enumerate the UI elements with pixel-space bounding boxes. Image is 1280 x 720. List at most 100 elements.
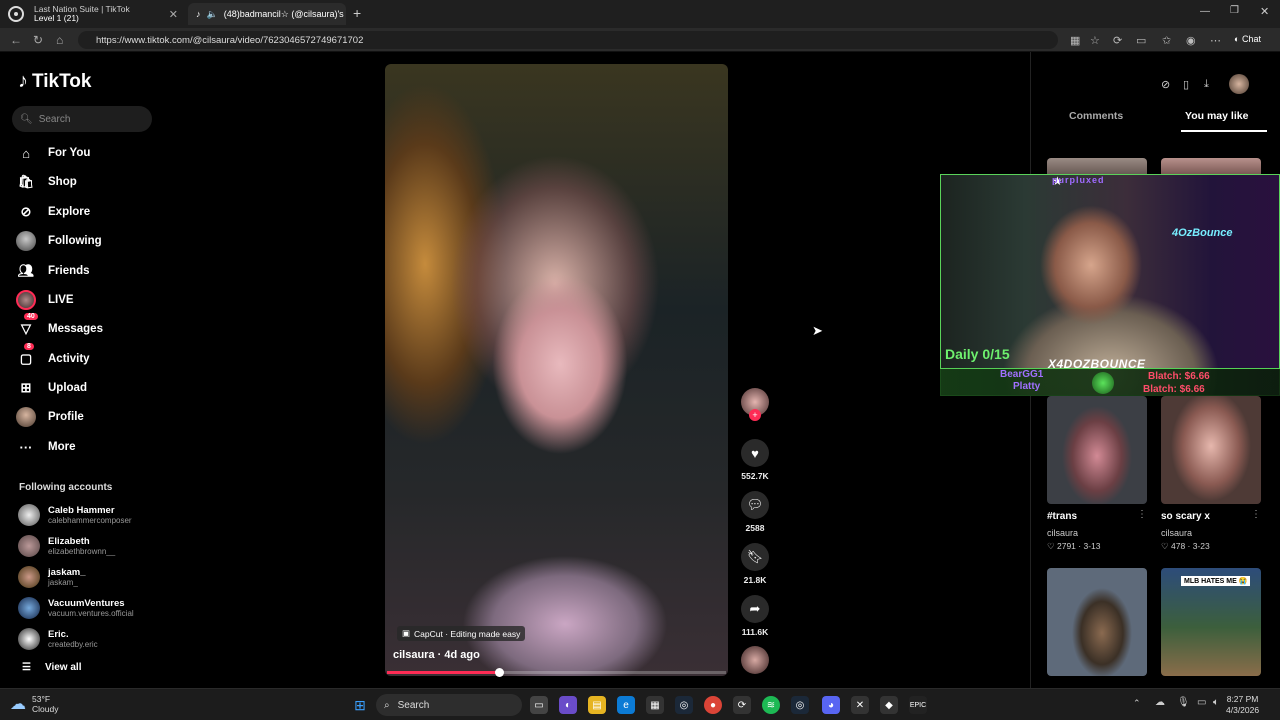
url-text: https://www.tiktok.com/@cilsaura/video/7… bbox=[96, 34, 364, 46]
store-icon[interactable]: ▦ bbox=[646, 696, 664, 714]
chrome-icon[interactable]: ● bbox=[704, 696, 722, 714]
nav-upload[interactable]: ⊞ Upload bbox=[16, 377, 87, 399]
edge-browser-icon[interactable]: e bbox=[617, 696, 635, 714]
progress-knob[interactable] bbox=[494, 668, 504, 677]
video-thumbnail[interactable] bbox=[1047, 568, 1147, 676]
tab-tiktok-video[interactable]: ♪ 🔈 (48)badmancil☆ (@cilsaura)'s ✕ bbox=[188, 3, 346, 25]
url-field[interactable]: https://www.tiktok.com/@cilsaura/video/7… bbox=[78, 31, 1058, 49]
copilot-chat-button[interactable]: ◐ Chat bbox=[1234, 34, 1261, 44]
tab-you-may-like[interactable]: You may like bbox=[1185, 110, 1248, 122]
profile-avatar-icon[interactable] bbox=[1229, 74, 1249, 94]
like-button[interactable]: ♥ 552.7K bbox=[740, 439, 770, 481]
video-player[interactable] bbox=[385, 64, 728, 676]
alien-icon bbox=[1092, 372, 1114, 394]
tab-comments[interactable]: Comments bbox=[1069, 110, 1123, 122]
more-options-icon[interactable]: ⋮ bbox=[1251, 509, 1261, 520]
onedrive-icon[interactable]: ☁ bbox=[1155, 697, 1165, 708]
shop-icon: 🛍︎ bbox=[17, 174, 35, 189]
video-progress-bar[interactable] bbox=[387, 668, 726, 677]
card-title[interactable]: so scary x bbox=[1161, 511, 1210, 522]
task-view-icon[interactable]: ▭ bbox=[530, 696, 548, 714]
nav-activity[interactable]: ▢ 8 Activity bbox=[16, 343, 90, 370]
phone-icon[interactable]: ▯ bbox=[1183, 78, 1189, 91]
tiktok-favicon-icon: ♪ bbox=[196, 9, 201, 19]
new-tab-button[interactable]: + bbox=[353, 5, 361, 21]
weather-widget[interactable]: ☁ 53°F Cloudy bbox=[10, 694, 58, 714]
system-clock[interactable]: 8:27 PM 4/3/2026 bbox=[1226, 694, 1259, 716]
video-author-line[interactable]: cilsaura · 4d ago bbox=[393, 649, 480, 661]
account-item[interactable]: Eric. createdby.eric bbox=[18, 628, 98, 650]
view-all-button[interactable]: ☰ View all bbox=[22, 662, 81, 673]
account-item[interactable]: jaskam_ jaskam_ bbox=[18, 566, 86, 588]
account-item[interactable]: Caleb Hammer calebhammercomposer bbox=[18, 504, 132, 526]
refresh-icon[interactable]: ↻ bbox=[33, 33, 43, 47]
creator-avatar-button[interactable]: + bbox=[740, 388, 770, 421]
nav-for-you[interactable]: ⌂ For You bbox=[16, 142, 90, 164]
spotify-icon[interactable]: ≋ bbox=[762, 696, 780, 714]
taskbar-search[interactable]: ⌕ Search bbox=[376, 694, 522, 716]
favorites-icon[interactable]: ✩ bbox=[1162, 34, 1171, 47]
reader-view-icon[interactable]: ▦ bbox=[1070, 34, 1080, 47]
card-author[interactable]: cilsaura bbox=[1047, 528, 1078, 538]
discord-icon[interactable]: ◕ bbox=[822, 696, 840, 714]
compass-small-icon[interactable]: ⊘ bbox=[1161, 78, 1170, 91]
app-icon[interactable]: ⟳ bbox=[733, 696, 751, 714]
nav-label: Explore bbox=[48, 206, 91, 218]
windows-start-icon[interactable]: ⊞ bbox=[351, 696, 369, 714]
app-icon[interactable]: ✕ bbox=[851, 696, 869, 714]
sound-disc-button[interactable] bbox=[740, 646, 770, 674]
comment-button[interactable]: 💬︎ 2588 bbox=[740, 491, 770, 533]
save-button[interactable]: 🔖︎ 21.8K bbox=[740, 543, 770, 585]
card-author[interactable]: cilsaura bbox=[1161, 528, 1192, 538]
mouse-cursor-icon: ➤ bbox=[812, 323, 823, 338]
weather-temp: 53°F bbox=[32, 694, 51, 704]
nav-friends[interactable]: 👥︎ Friends bbox=[16, 260, 90, 282]
more-menu-icon[interactable]: ⋯ bbox=[1210, 34, 1221, 47]
microphone-icon[interactable]: 🎙︎ bbox=[1177, 697, 1190, 708]
close-tab-icon[interactable]: ✕ bbox=[169, 8, 178, 21]
home-icon[interactable]: ⌂ bbox=[56, 33, 63, 47]
close-window-button[interactable]: ✕ bbox=[1260, 5, 1269, 18]
live-avatar-icon bbox=[16, 290, 36, 310]
nav-messages[interactable]: ▽ 40 Messages bbox=[16, 313, 103, 340]
friends-icon: 👥︎ bbox=[17, 263, 35, 278]
download-icon[interactable]: ⤓ bbox=[1204, 78, 1209, 91]
restore-button[interactable]: ❐ bbox=[1230, 5, 1239, 16]
thumbnail-caption: MLB HATES ME 😭 bbox=[1181, 576, 1251, 586]
split-screen-icon[interactable]: ▭ bbox=[1136, 34, 1146, 47]
epic-games-icon[interactable]: EPIC bbox=[909, 696, 927, 714]
nav-shop[interactable]: 🛍︎ Shop bbox=[16, 171, 77, 193]
extensions-icon[interactable]: ⟳ bbox=[1113, 34, 1122, 47]
share-button[interactable]: ➦ 111.6K bbox=[740, 595, 770, 637]
tab-last-nation[interactable]: Last Nation Suite | TikTok Level 1 (21) … bbox=[26, 3, 186, 25]
volume-icon[interactable]: 🔈︎ bbox=[1213, 697, 1219, 708]
favorite-star-icon[interactable]: ☆ bbox=[1090, 34, 1100, 47]
chevron-up-icon[interactable]: ⌃ bbox=[1133, 698, 1141, 709]
app-icon[interactable]: ◆ bbox=[880, 696, 898, 714]
card-title[interactable]: #trans bbox=[1047, 511, 1077, 522]
copilot-icon[interactable]: ◐ bbox=[559, 696, 577, 714]
nav-more[interactable]: ··· More bbox=[16, 436, 76, 458]
file-explorer-icon[interactable]: ▤ bbox=[588, 696, 606, 714]
nav-live[interactable]: LIVE bbox=[16, 289, 74, 311]
minimize-button[interactable]: — bbox=[1200, 6, 1210, 17]
follow-plus-icon[interactable]: + bbox=[749, 409, 761, 421]
video-thumbnail[interactable] bbox=[1161, 396, 1261, 504]
nav-explore[interactable]: ⊘ Explore bbox=[16, 201, 91, 223]
display-icon[interactable]: ▭ bbox=[1197, 697, 1206, 708]
nav-profile[interactable]: Profile bbox=[16, 406, 84, 428]
speaker-icon[interactable]: 🔈 bbox=[207, 9, 218, 20]
account-item[interactable]: Elizabeth elizabethbrownn__ bbox=[18, 535, 115, 557]
capcut-tag[interactable]: ▣ CapCut · Editing made easy bbox=[397, 626, 526, 641]
nav-following[interactable]: Following bbox=[16, 230, 102, 252]
tiktok-logo[interactable]: ♪ TikTok bbox=[18, 70, 91, 93]
account-item[interactable]: VacuumVentures vacuum.ventures.official bbox=[18, 597, 134, 619]
steam-icon[interactable]: ◎ bbox=[791, 696, 809, 714]
video-thumbnail[interactable] bbox=[1047, 396, 1147, 504]
back-arrow-icon[interactable]: ← bbox=[10, 33, 22, 47]
steam-icon[interactable]: ◎ bbox=[675, 696, 693, 714]
video-thumbnail[interactable]: MLB HATES ME 😭 bbox=[1161, 568, 1261, 676]
search-input[interactable]: 🔍︎ Search bbox=[12, 106, 152, 132]
profile-avatar-icon[interactable]: ◉ bbox=[1186, 34, 1196, 47]
more-options-icon[interactable]: ⋮ bbox=[1137, 509, 1147, 520]
